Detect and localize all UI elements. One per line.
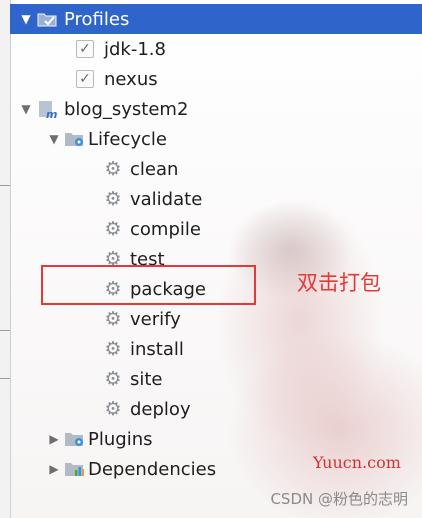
lifecycle-phase-validate[interactable]: ⚙ validate — [102, 184, 202, 214]
profile-label: jdk-1.8 — [104, 38, 166, 60]
tree-label: Lifecycle — [88, 128, 167, 150]
plugins-folder-icon — [64, 428, 86, 450]
gear-icon: ⚙ — [104, 397, 122, 420]
tree-label: Plugins — [88, 428, 153, 450]
gutter-tick — [0, 185, 10, 186]
maven-project-icon: m — [36, 98, 58, 120]
phase-label: site — [130, 368, 163, 390]
lifecycle-phase-compile[interactable]: ⚙ compile — [102, 214, 201, 244]
gear-icon: ⚙ — [104, 157, 122, 180]
tree-node-dependencies[interactable]: ▶ Dependencies — [44, 454, 216, 484]
package-highlight-box — [41, 265, 256, 305]
chevron-down-icon[interactable]: ▼ — [44, 124, 64, 154]
lifecycle-phase-clean[interactable]: ⚙ clean — [102, 154, 178, 184]
chevron-down-icon[interactable]: ▼ — [16, 94, 36, 124]
gear-icon: ⚙ — [104, 337, 122, 360]
lifecycle-folder-icon — [64, 128, 86, 150]
lifecycle-phase-install[interactable]: ⚙ install — [102, 334, 184, 364]
gutter-tick — [0, 378, 10, 379]
tree-node-profiles[interactable]: ▼ Profiles — [16, 4, 129, 34]
profile-item-nexus[interactable]: ✓ nexus — [76, 64, 158, 94]
profiles-icon — [36, 8, 58, 30]
chevron-down-icon[interactable]: ▼ — [16, 4, 36, 34]
phase-label: verify — [130, 308, 181, 330]
phase-label: deploy — [130, 398, 191, 420]
lifecycle-phase-site[interactable]: ⚙ site — [102, 364, 163, 394]
gear-icon: ⚙ — [104, 367, 122, 390]
gear-icon: ⚙ — [104, 217, 122, 240]
tree-label: Dependencies — [88, 458, 217, 480]
checkbox[interactable]: ✓ — [76, 40, 94, 58]
watermark-site: Yuucn.com — [313, 453, 401, 472]
tree-label: blog_system2 — [64, 98, 189, 120]
dependencies-folder-icon — [64, 458, 86, 480]
checkbox[interactable]: ✓ — [76, 70, 94, 88]
phase-label: compile — [130, 218, 201, 240]
phase-label: install — [130, 338, 184, 360]
watermark-csdn: CSDN @粉色的志明 — [270, 490, 408, 508]
phase-label: validate — [130, 188, 203, 210]
phase-label: clean — [130, 158, 179, 180]
annotation-label: 双击打包 — [297, 271, 381, 295]
lifecycle-phase-verify[interactable]: ⚙ verify — [102, 304, 181, 334]
gear-icon: ⚙ — [104, 187, 122, 210]
lifecycle-phase-deploy[interactable]: ⚙ deploy — [102, 394, 191, 424]
tree-node-project[interactable]: ▼ m blog_system2 — [16, 94, 188, 124]
left-gutter — [0, 0, 11, 518]
chevron-right-icon[interactable]: ▶ — [44, 424, 64, 454]
tree-node-lifecycle[interactable]: ▼ Lifecycle — [44, 124, 167, 154]
tree-node-plugins[interactable]: ▶ Plugins — [44, 424, 152, 454]
profile-item-jdk[interactable]: ✓ jdk-1.8 — [76, 34, 166, 64]
chevron-right-icon[interactable]: ▶ — [44, 454, 64, 484]
svg-text:m: m — [46, 108, 57, 120]
tree-label: Profiles — [64, 8, 130, 30]
gutter-tick — [0, 330, 10, 331]
profile-label: nexus — [104, 68, 158, 90]
gear-icon: ⚙ — [104, 307, 122, 330]
